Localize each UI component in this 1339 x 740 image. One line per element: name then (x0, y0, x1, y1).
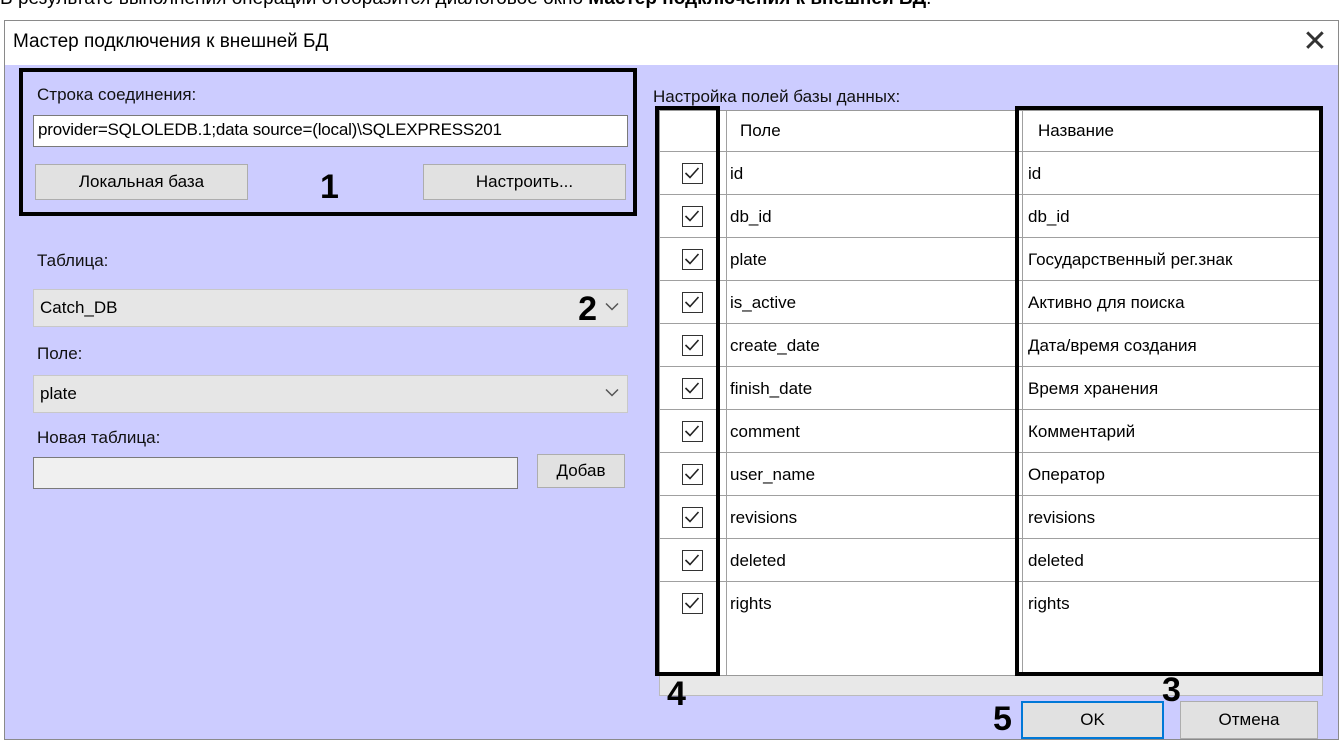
chevron-down-icon (605, 301, 619, 316)
callout-number-3: 3 (1162, 671, 1181, 709)
row-field-cell[interactable]: deleted (730, 539, 786, 582)
callout-number-4: 4 (667, 675, 686, 713)
configure-button[interactable]: Настроить... (423, 164, 626, 200)
callout-number-2: 2 (578, 290, 597, 328)
callout-box-4 (655, 106, 720, 676)
row-field-cell[interactable]: user_name (730, 453, 815, 496)
db-fields-label: Настройка полей базы данных: (653, 87, 901, 106)
ok-button[interactable]: OK (1021, 701, 1164, 739)
table-label: Таблица: (37, 251, 109, 270)
row-field-cell[interactable]: id (730, 152, 743, 195)
window-title: Мастер подключения к внешней БД (13, 31, 329, 52)
callout-box-3 (1015, 106, 1323, 676)
row-field-cell[interactable]: plate (730, 238, 767, 281)
table-select[interactable]: Catch_DB 2 (33, 289, 628, 327)
caption-text: В результате выполнения операции отобраз… (0, 0, 588, 9)
title-bar: Мастер подключения к внешней БД ✕ (5, 21, 1338, 65)
new-table-input[interactable] (33, 457, 518, 489)
chevron-down-icon (605, 387, 619, 402)
row-field-cell[interactable]: is_active (730, 281, 796, 324)
close-icon[interactable]: ✕ (1298, 25, 1332, 59)
connection-label: Строка соединения: (37, 85, 197, 104)
new-table-label: Новая таблица: (37, 428, 161, 447)
document-caption: В результате выполнения операции отобраз… (0, 0, 931, 10)
col-separator (726, 111, 727, 675)
row-field-cell[interactable]: db_id (730, 195, 772, 238)
grid-footer-bar (659, 676, 1323, 696)
grid-header-field[interactable]: Поле (740, 111, 1020, 151)
callout-number-1: 1 (320, 168, 339, 206)
row-field-cell[interactable]: revisions (730, 496, 797, 539)
caption-suffix: . (926, 0, 931, 9)
wizard-dialog: Мастер подключения к внешней БД ✕ Строка… (4, 20, 1339, 740)
cancel-button[interactable]: Отмена (1180, 701, 1318, 739)
row-field-cell[interactable]: create_date (730, 324, 820, 367)
field-select-value: plate (40, 384, 77, 403)
row-field-cell[interactable]: comment (730, 410, 800, 453)
table-select-value: Catch_DB (40, 298, 118, 317)
row-field-cell[interactable]: finish_date (730, 367, 812, 410)
local-db-button[interactable]: Локальная база (35, 164, 248, 200)
callout-number-5: 5 (993, 700, 1012, 738)
caption-bold: Мастер подключения к внешней БД (588, 0, 926, 9)
connection-string-input[interactable]: provider=SQLOLEDB.1;data source=(local)\… (33, 115, 628, 147)
row-field-cell[interactable]: rights (730, 582, 772, 625)
field-select[interactable]: plate (33, 375, 628, 413)
add-table-button[interactable]: Добав (537, 454, 625, 488)
field-label: Поле: (37, 344, 83, 363)
